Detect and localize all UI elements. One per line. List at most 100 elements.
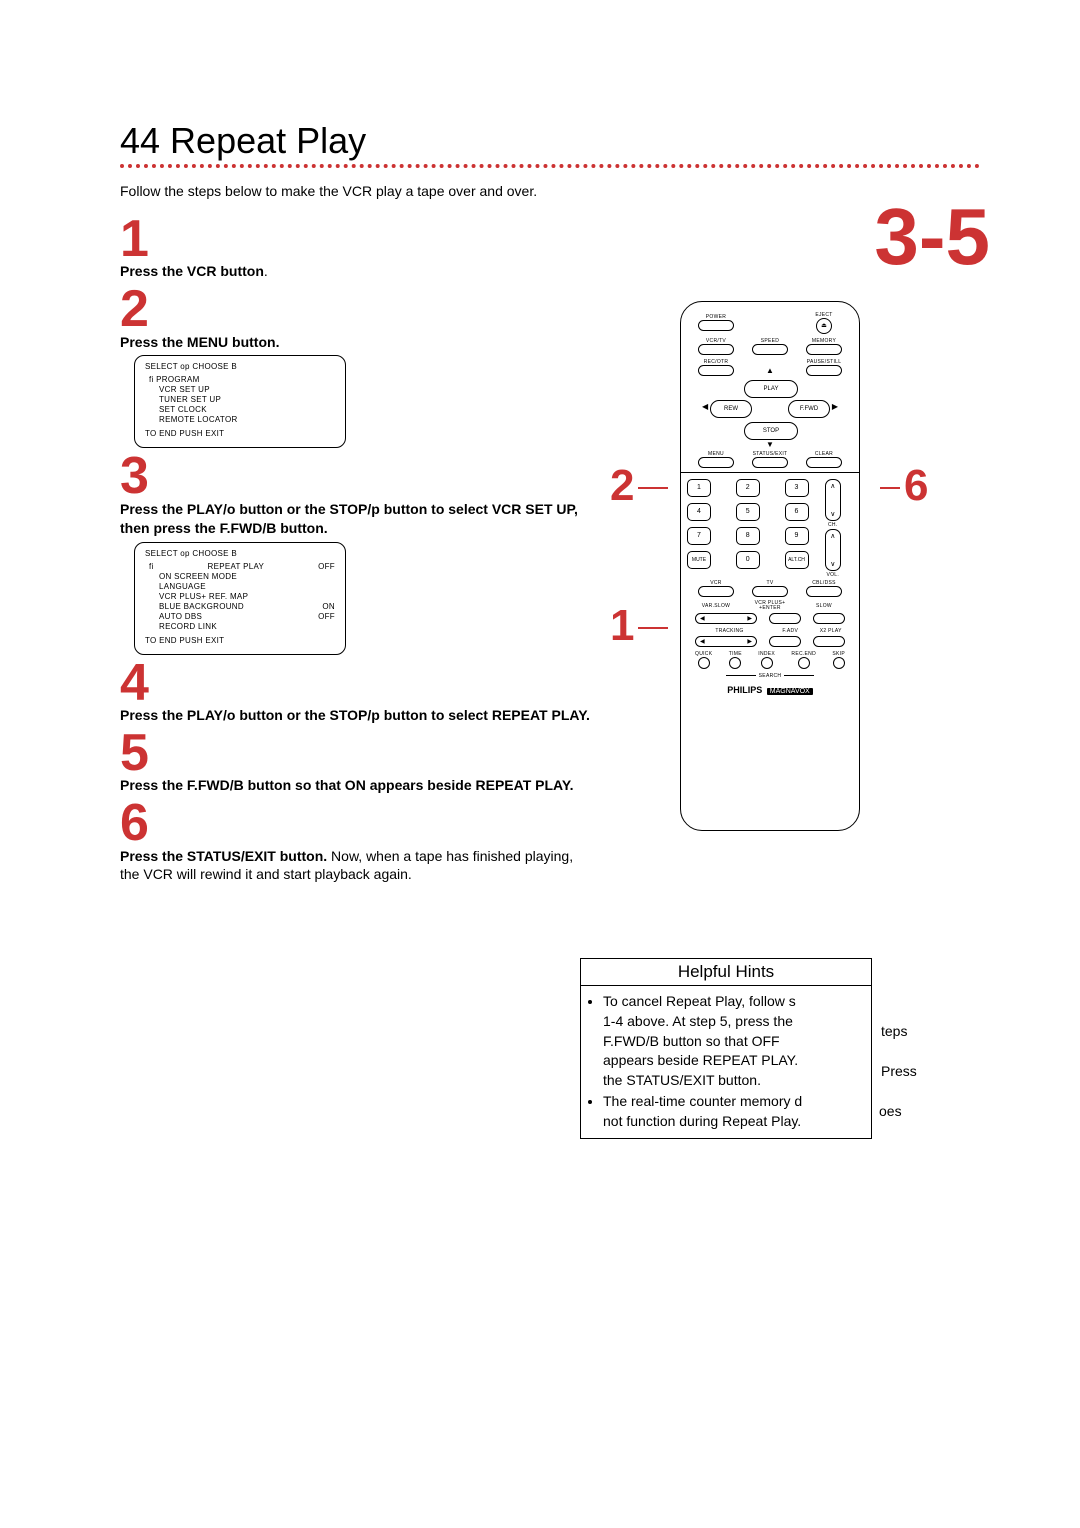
status-label: STATUS/EXIT bbox=[743, 451, 797, 457]
osd1-item: REMOTE LOCATOR bbox=[159, 415, 335, 425]
vcrplus-button[interactable] bbox=[769, 613, 801, 624]
quick-label: QUICK bbox=[695, 651, 712, 657]
down-arrow-icon: ▼ bbox=[689, 440, 851, 449]
num-4-button[interactable]: 4 bbox=[687, 503, 711, 521]
num-8-button[interactable]: 8 bbox=[736, 527, 760, 545]
callout-2: 2 bbox=[610, 461, 668, 511]
num-5-button[interactable]: 5 bbox=[736, 503, 760, 521]
title-row: 44 Repeat Play bbox=[120, 120, 980, 162]
mute-button[interactable]: MUTE bbox=[687, 551, 711, 569]
varslow-rocker[interactable]: ◀▶ bbox=[695, 613, 757, 624]
clear-button[interactable] bbox=[806, 457, 842, 468]
vcr-button[interactable] bbox=[698, 586, 734, 597]
rew-button[interactable]: REW bbox=[710, 400, 752, 418]
callout-6: 6 bbox=[880, 461, 928, 511]
play-button[interactable]: PLAY bbox=[744, 380, 798, 398]
num-7-button[interactable]: 7 bbox=[687, 527, 711, 545]
osd2-foot: TO END PUSH EXIT bbox=[145, 636, 335, 646]
steps-column: 1 Press the VCR button. 2 Press the MENU… bbox=[120, 211, 590, 888]
quick-button[interactable] bbox=[698, 657, 710, 669]
speed-button[interactable] bbox=[752, 344, 788, 355]
osd1-item: SET CLOCK bbox=[159, 405, 335, 415]
clear-label: CLEAR bbox=[797, 451, 851, 457]
hints-item-2: The real-time counter memory d not funct… bbox=[603, 1092, 863, 1131]
step-2-text: Press the MENU button. bbox=[120, 333, 590, 352]
osd1-head: SELECT op CHOOSE B bbox=[145, 362, 335, 372]
step-1-number: 1 bbox=[120, 215, 590, 264]
num-0-button[interactable]: 0 bbox=[736, 551, 760, 569]
overflow-text: oes bbox=[879, 1103, 902, 1119]
search-label: SEARCH bbox=[756, 673, 785, 679]
t: button or the STOP/ bbox=[235, 707, 371, 723]
divider-dots bbox=[120, 164, 980, 168]
ch-label: CH. bbox=[813, 522, 854, 528]
remote-column: 3-5 2 1 6 POWER EJECT⏏ VCR/TV SPEED bbox=[590, 211, 980, 831]
cbl-button[interactable] bbox=[806, 586, 842, 597]
varslow-label: VAR.SLOW bbox=[689, 603, 743, 609]
osd2-item: LANGUAGE bbox=[159, 582, 335, 592]
tv-label: TV bbox=[743, 580, 797, 586]
right-arrow-icon: ▶ bbox=[832, 402, 838, 411]
tv-button[interactable] bbox=[752, 586, 788, 597]
callout-3-5: 3-5 bbox=[874, 191, 990, 283]
osd2-item: REPEAT PLAYOFF bbox=[159, 562, 335, 572]
vol-rocker[interactable]: ∧∨ bbox=[825, 529, 841, 571]
eject-button[interactable]: ⏏ bbox=[816, 318, 832, 334]
num-2-button[interactable]: 2 bbox=[736, 479, 760, 497]
t: Press the PLAY/ bbox=[120, 707, 227, 723]
transport-dpad: PLAY REW ◀ F.FWD ▶ STOP bbox=[710, 380, 830, 440]
step-1-text: Press the VCR button. bbox=[120, 262, 590, 281]
skip-label: SKIP bbox=[832, 651, 845, 657]
index-button[interactable] bbox=[761, 657, 773, 669]
hints-list: To cancel Repeat Play, follow s 1-4 abov… bbox=[589, 992, 863, 1131]
vcrtv-button[interactable] bbox=[698, 344, 734, 355]
altch-button[interactable]: ALT.CH bbox=[785, 551, 809, 569]
osd-menu-2: SELECT op CHOOSE B REPEAT PLAYOFF ON SCR… bbox=[134, 542, 346, 655]
osd1-list: PROGRAM VCR SET UP TUNER SET UP SET CLOC… bbox=[145, 375, 335, 425]
num-9-button[interactable]: 9 bbox=[785, 527, 809, 545]
hints-title: Helpful Hints bbox=[581, 959, 871, 986]
stop-button[interactable]: STOP bbox=[744, 422, 798, 440]
speed-label: SPEED bbox=[743, 338, 797, 344]
slow-label: SLOW bbox=[797, 603, 851, 609]
tracking-rocker[interactable]: ◀▶ bbox=[695, 636, 757, 647]
osd1-foot: TO END PUSH EXIT bbox=[145, 429, 335, 439]
osd1-item: PROGRAM bbox=[159, 375, 335, 385]
power-button[interactable] bbox=[698, 320, 734, 331]
osd1-item: TUNER SET UP bbox=[159, 395, 335, 405]
step-4-text: Press the PLAY/o button or the STOP/p bu… bbox=[120, 706, 590, 725]
recotr-button[interactable] bbox=[698, 365, 734, 376]
t: Press the PLAY/ bbox=[120, 501, 227, 517]
brand-row: PHILIPS MAGNAVOX bbox=[689, 685, 851, 695]
num-6-button[interactable]: 6 bbox=[785, 503, 809, 521]
ffwd-button[interactable]: F.FWD bbox=[788, 400, 830, 418]
time-button[interactable] bbox=[729, 657, 741, 669]
memory-button[interactable] bbox=[806, 344, 842, 355]
step-2-bold: Press the MENU button. bbox=[120, 334, 279, 350]
step-6-text: Press the STATUS/EXIT button. Now, when … bbox=[120, 847, 590, 885]
t: button so that ON appears beside REPEAT … bbox=[244, 777, 574, 793]
recend-label: REC.END bbox=[791, 651, 816, 657]
num-1-button[interactable]: 1 bbox=[687, 479, 711, 497]
t: button to select REPEAT PLAY. bbox=[380, 707, 590, 723]
recend-button[interactable] bbox=[798, 657, 810, 669]
page-title: Repeat Play bbox=[170, 120, 366, 162]
page: 44 Repeat Play Follow the steps below to… bbox=[0, 0, 1080, 1189]
pause-button[interactable] bbox=[806, 365, 842, 376]
slow-button[interactable] bbox=[813, 613, 845, 624]
brand-philips: PHILIPS bbox=[727, 685, 762, 695]
menu-button[interactable] bbox=[698, 457, 734, 468]
status-exit-button[interactable] bbox=[752, 457, 788, 468]
numpad: 1 2 3 4 5 6 7 8 9 bbox=[687, 479, 809, 578]
ch-rocker[interactable]: ∧∨ bbox=[825, 479, 841, 521]
step-6-bold: Press the STATUS/EXIT button. bbox=[120, 848, 327, 864]
num-3-button[interactable]: 3 bbox=[785, 479, 809, 497]
skip-button[interactable] bbox=[833, 657, 845, 669]
fadv-button[interactable] bbox=[769, 636, 801, 647]
step-6-number: 6 bbox=[120, 799, 590, 848]
osd-menu-1: SELECT op CHOOSE B PROGRAM VCR SET UP TU… bbox=[134, 355, 346, 448]
vol-label: VOL. bbox=[813, 572, 854, 578]
x2-button[interactable] bbox=[813, 636, 845, 647]
step-4-number: 4 bbox=[120, 659, 590, 708]
osd1-item: VCR SET UP bbox=[159, 385, 335, 395]
